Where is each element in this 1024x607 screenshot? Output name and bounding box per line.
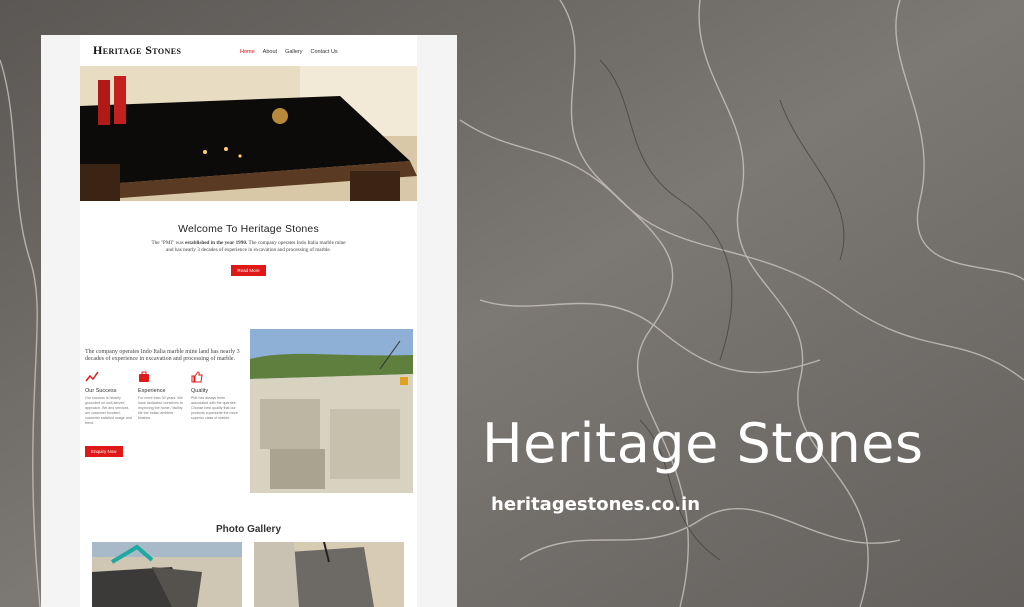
nav-gallery[interactable]: Gallery <box>285 49 302 55</box>
website: Heritage Stones Home About Gallery Conta… <box>80 35 417 607</box>
features-section: The company operates Indo Italia marble … <box>85 329 240 458</box>
welcome-text: The "PMI" was established in the year 19… <box>151 240 346 253</box>
feature-text: For more than 30 years. We have dedicate… <box>138 396 183 420</box>
brand-url[interactable]: heritagestones.co.in <box>491 494 700 515</box>
feature-text: Our success is heavily grounded on well-… <box>85 396 132 425</box>
features-lead: The company operates Indo Italia marble … <box>85 349 240 362</box>
nav-about[interactable]: About <box>263 49 277 55</box>
brand-title: Heritage Stones <box>482 412 924 475</box>
chart-icon <box>85 371 133 385</box>
feature-experience: Experience For more than 30 years. We ha… <box>138 371 186 426</box>
site-header: Heritage Stones Home About Gallery Conta… <box>80 35 417 66</box>
briefcase-icon <box>138 371 186 385</box>
feature-success: Our Success Our success is heavily groun… <box>85 371 133 426</box>
feature-title: Our Success <box>85 388 117 394</box>
quarry-image <box>250 329 413 493</box>
feature-title: Quality <box>191 388 209 394</box>
feature-title: Experience <box>138 388 166 394</box>
hero-kitchen-image <box>80 66 417 201</box>
gallery-title: Photo Gallery <box>215 524 281 535</box>
thumbs-up-icon <box>191 371 239 385</box>
enquiry-button[interactable]: Enquiry Now <box>85 446 123 457</box>
welcome-title: Welcome To Heritage Stones <box>178 223 319 235</box>
website-screenshot: Heritage Stones Home About Gallery Conta… <box>41 35 457 607</box>
welcome-section: Welcome To Heritage Stones The "PMI" was… <box>80 223 417 277</box>
nav-contact[interactable]: Contact Us <box>310 49 337 55</box>
site-nav: Home About Gallery Contact Us <box>240 49 338 55</box>
feature-text: PMI has always been associated with the … <box>191 396 238 420</box>
gallery-image-2[interactable] <box>254 542 404 607</box>
nav-home[interactable]: Home <box>240 49 255 55</box>
site-logo[interactable]: Heritage Stones <box>93 43 181 58</box>
read-more-button[interactable]: Read More <box>231 265 266 276</box>
feature-quality: Quality PMI has always been associated w… <box>191 371 239 426</box>
gallery-image-1[interactable] <box>92 542 242 607</box>
